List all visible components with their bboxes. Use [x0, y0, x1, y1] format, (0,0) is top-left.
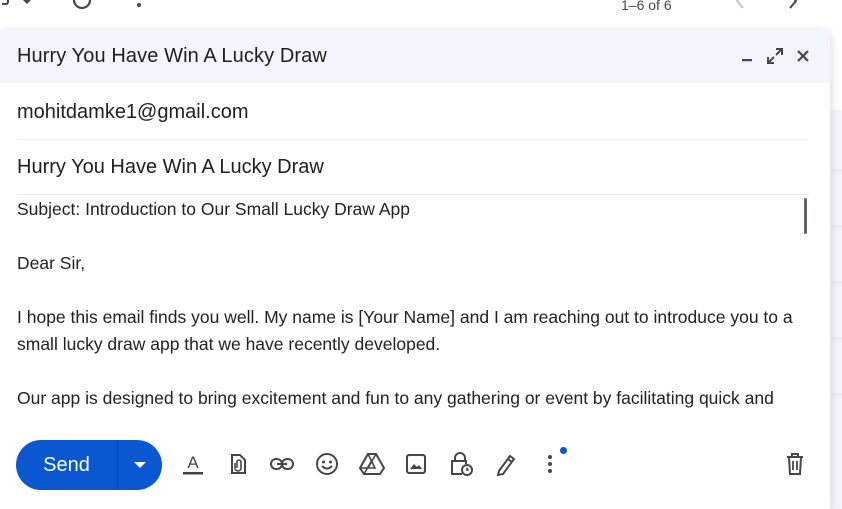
message-body[interactable]: Subject: Introduction to Our Small Lucky…: [17, 196, 809, 426]
notification-dot: [560, 447, 567, 454]
chevron-right-icon[interactable]: [786, 0, 800, 17]
refresh-icon[interactable]: [72, 0, 94, 17]
body-paragraph: Subject: Introduction to Our Small Lucky…: [17, 199, 410, 219]
schedule-send-dropdown[interactable]: [118, 440, 162, 490]
minimize-icon[interactable]: [736, 45, 758, 67]
subject-field[interactable]: Hurry You Have Win A Lucky Draw: [17, 140, 809, 195]
insert-link-icon[interactable]: [268, 450, 296, 478]
compose-title: Hurry You Have Win A Lucky Draw: [17, 45, 327, 67]
expand-icon[interactable]: [764, 45, 786, 67]
divider: [831, 226, 842, 227]
recipient-email: mohitdamke1@gmail.com: [17, 100, 249, 123]
send-button-group: Send: [16, 440, 162, 490]
chevron-down-icon: [134, 462, 146, 468]
body-paragraph: Our app is designed to bring excitement …: [17, 388, 774, 408]
pagination-count: 1–6 of 6: [621, 0, 672, 13]
signature-icon[interactable]: [492, 450, 520, 478]
body-paragraph: Dear Sir,: [17, 253, 86, 273]
divider: [831, 170, 842, 171]
subject-text: Hurry You Have Win A Lucky Draw: [17, 155, 324, 178]
attach-file-icon[interactable]: [224, 450, 252, 478]
more-options-icon[interactable]: [536, 450, 564, 478]
select-checkbox-icon[interactable]: [0, 0, 32, 17]
compose-header: Hurry You Have Win A Lucky Draw: [0, 30, 830, 83]
compose-window: Hurry You Have Win A Lucky Draw mohitdam…: [0, 30, 830, 509]
insert-photo-icon[interactable]: [402, 450, 430, 478]
close-icon[interactable]: [792, 45, 814, 67]
send-button[interactable]: Send: [16, 440, 117, 490]
compose-toolbar: Send A: [0, 424, 830, 509]
chevron-left-icon[interactable]: [733, 0, 747, 17]
confidential-mode-icon[interactable]: [447, 450, 475, 478]
body-paragraph: I hope this email finds you well. My nam…: [17, 307, 793, 354]
emoji-icon[interactable]: [313, 450, 341, 478]
more-options-icon[interactable]: [131, 0, 147, 17]
discard-draft-icon[interactable]: [781, 450, 809, 478]
divider: [831, 282, 842, 283]
svg-text:A: A: [187, 453, 199, 472]
inbox-toolbar: 1–6 of 6: [0, 0, 842, 20]
divider: [831, 394, 842, 395]
body-scrollbar[interactable]: [804, 198, 807, 234]
recipient-field[interactable]: mohitdamke1@gmail.com: [17, 85, 809, 140]
drive-icon[interactable]: [358, 450, 386, 478]
divider: [831, 338, 842, 339]
format-text-icon[interactable]: A: [179, 450, 207, 478]
